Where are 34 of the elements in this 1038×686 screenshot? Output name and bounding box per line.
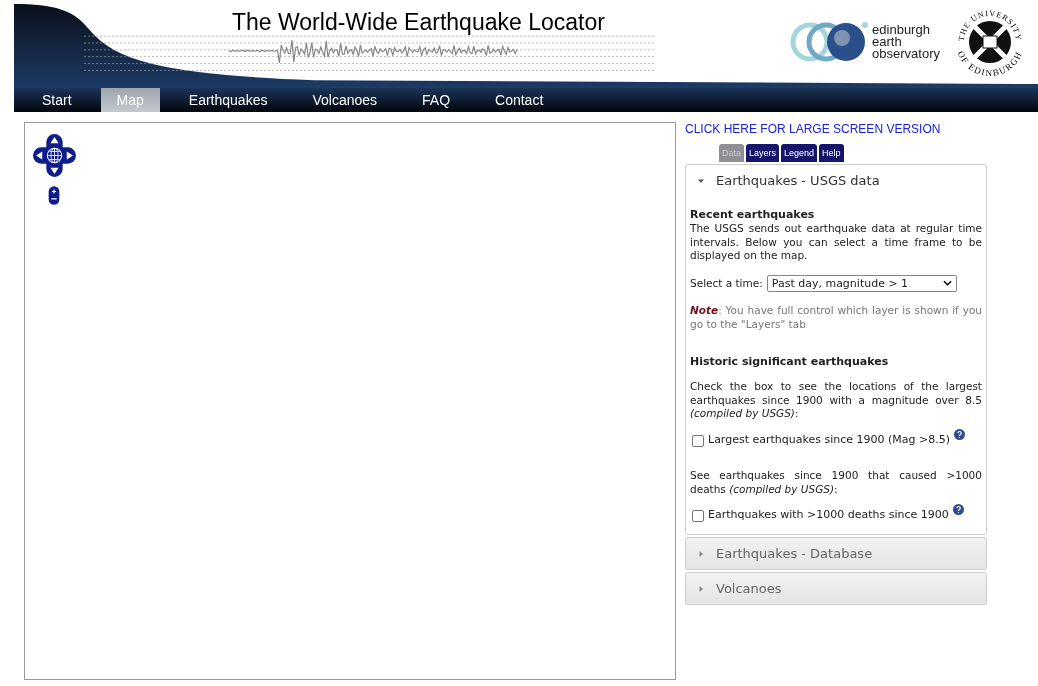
time-select[interactable]: Past day, magnitude > 1 [766, 274, 957, 292]
checkbox[interactable] [692, 510, 704, 523]
earth-observatory-logo-icon [788, 20, 869, 64]
nav-link[interactable]: Start [26, 88, 88, 112]
description-text: The USGS sends out earthquake data at regular time intervals. Below you can select a time frame to be displayed on the map. [690, 222, 982, 263]
checkbox-label[interactable]: Largest earthquakes since 1900 (Mag >8.5) [708, 433, 951, 447]
help-icon[interactable] [954, 429, 966, 441]
description-text: Check the box to see the locations of the largest earthquakes since 1900 with a magnitude over 8.5 (compiled by USGS): [690, 380, 982, 422]
note-text: Note: You have full control which layer is shown if you go to the "Layers" tab [690, 303, 982, 332]
help-icon[interactable] [952, 504, 964, 516]
accordion-header[interactable]: Earthquakes - Database [686, 538, 986, 570]
select-label: Select a time: [690, 277, 763, 290]
panel-tab[interactable]: Help [819, 144, 844, 162]
panel-tab[interactable]: Layers [746, 144, 780, 162]
chevron-icon [942, 280, 952, 287]
panel-tab[interactable]: Legend [781, 144, 818, 162]
section-heading: Recent earthquakes [690, 208, 816, 221]
description-text: See earthquakes since 1900 that caused >1000 deaths (compiled by USGS): [690, 469, 982, 497]
checkbox[interactable] [692, 435, 704, 448]
checkbox-label[interactable]: Earthquakes with >1000 deaths since 1900 [708, 508, 949, 522]
accordion-title: Volcanoes [716, 581, 782, 597]
pan-control-icon[interactable] [32, 133, 77, 178]
nav-link[interactable]: Contact [479, 88, 560, 112]
nav-link[interactable]: Volcanoes [296, 88, 394, 112]
accordion-title: Earthquakes - Database [716, 546, 873, 562]
accordion-title: Earthquakes - USGS data [716, 173, 880, 188]
nav-link[interactable]: Earthquakes [172, 88, 284, 112]
observatory-name: edinburgh earth observatory [872, 24, 940, 60]
accordion-header[interactable]: Earthquakes - USGS data [686, 165, 986, 196]
accordion-header[interactable]: Volcanoes [686, 573, 986, 605]
site-title: The World-Wide Earthquake Locator [232, 8, 605, 36]
nav-link[interactable]: FAQ [406, 88, 467, 112]
section-heading: Historic significant earthquakes [690, 355, 890, 369]
large-screen-link[interactable]: CLICK HERE FOR LARGE SCREEN VERSION [685, 122, 941, 136]
